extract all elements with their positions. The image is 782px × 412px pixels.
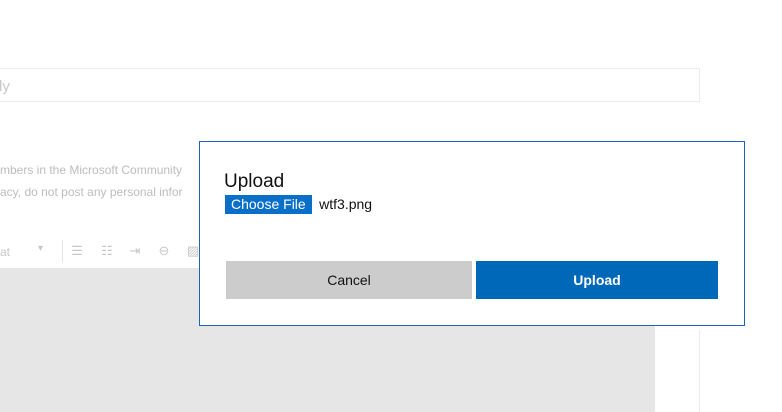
bullet-list-icon[interactable]: ☰ [68,242,86,260]
divider [699,330,700,412]
community-notice-line-2: acy, do not post any personal infor [0,185,183,199]
dialog-title: Upload [224,171,285,192]
link-icon[interactable]: ⊖ [155,242,173,260]
cancel-button[interactable]: Cancel [226,261,472,299]
editor-toolbar: at ▾ ☰ ☷ ⇥ ⊖ ▨ [0,238,200,266]
choose-file-button[interactable]: Choose File [225,195,312,214]
upload-dialog: Upload Choose File wtf3.png Cancel Uploa… [199,141,745,326]
upload-button[interactable]: Upload [476,261,718,299]
format-dropdown-label[interactable]: at [0,245,10,259]
chevron-down-icon[interactable]: ▾ [38,243,43,254]
file-input: Choose File wtf3.png [225,195,372,215]
community-notice-line-1: mbers in the Microsoft Community [0,163,183,177]
toolbar-divider [62,240,63,262]
reply-placeholder: ly [0,78,10,95]
numbered-list-icon[interactable]: ☷ [98,242,116,260]
reply-input[interactable]: ly [0,68,700,102]
selected-file-name: wtf3.png [319,196,373,212]
indent-icon[interactable]: ⇥ [126,242,144,260]
